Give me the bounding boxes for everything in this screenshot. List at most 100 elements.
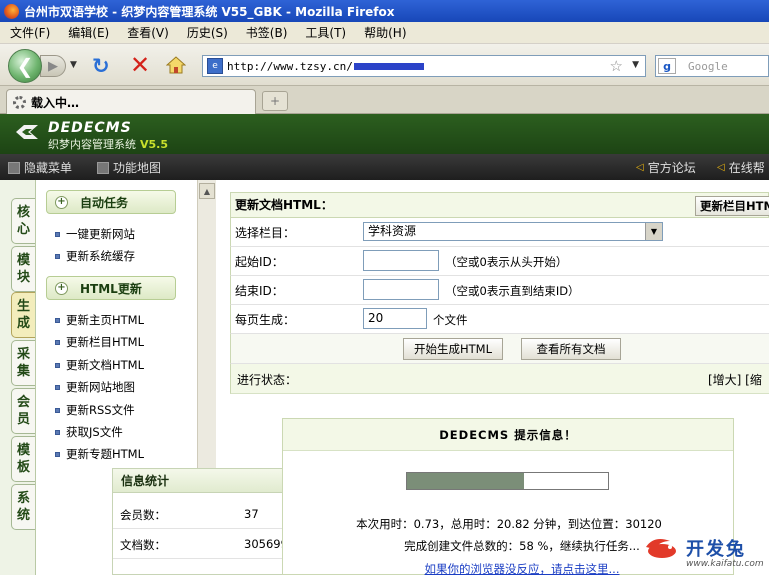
megaphone-icon: ◁	[636, 162, 644, 173]
bullet-icon	[55, 317, 60, 323]
sidebar-tab-module[interactable]: 模块	[11, 246, 35, 292]
url-dropdown-icon[interactable]: ▼	[632, 60, 639, 70]
window-title: 台州市双语学校 - 织梦内容管理系统 V55_GBK - Mozilla Fir…	[24, 4, 395, 19]
menu-history[interactable]: 历史(S)	[187, 24, 228, 41]
category-label: 选择栏目：	[235, 226, 296, 240]
menu-view[interactable]: 查看(V)	[127, 24, 169, 41]
progress-status-label: 进行状态：	[237, 373, 298, 387]
tab-loading[interactable]: 载入中…	[6, 89, 256, 114]
menu-item-update-doc[interactable]: 更新文档HTML	[55, 357, 144, 373]
function-map-label: 功能地图	[113, 161, 162, 175]
forward-button[interactable]: ▶	[40, 55, 66, 77]
function-map-link[interactable]: 功能地图	[97, 159, 161, 176]
end-id-hint: （空或0表示直到结束ID）	[445, 284, 580, 298]
row-per-page: 每页生成： 20 个文件	[230, 305, 769, 334]
menu-group-title: 自动任务	[80, 195, 129, 210]
back-arrow-icon: ❮	[16, 54, 34, 78]
address-bar[interactable]: e http://www.tzsy.cn/ ☆ ▼	[202, 55, 646, 77]
firefox-icon	[4, 3, 19, 19]
scroll-up-icon[interactable]: ▲	[199, 183, 215, 199]
update-column-html-button[interactable]: 更新栏目HTML	[695, 196, 769, 216]
end-id-input[interactable]	[363, 279, 439, 300]
history-dropdown-icon[interactable]: ▼	[70, 60, 77, 70]
bookmark-star-icon[interactable]: ☆	[610, 57, 623, 75]
menu-group-title: HTML更新	[80, 281, 142, 296]
watermark-url: www.kaifatu.com	[686, 559, 764, 569]
progress-bar-fill	[407, 473, 524, 489]
hide-menu-link[interactable]: 隐藏菜单	[8, 159, 72, 176]
expand-icon: +	[55, 281, 68, 295]
new-tab-button[interactable]: +	[262, 91, 288, 111]
per-page-input[interactable]: 20	[363, 308, 427, 329]
dede-version: V5.5	[140, 138, 168, 151]
start-id-input[interactable]	[363, 250, 439, 271]
per-page-label: 每页生成：	[235, 313, 296, 327]
loading-spinner-icon	[13, 95, 26, 109]
menu-item-update-sitemap[interactable]: 更新网站地图	[55, 379, 135, 395]
dede-header: DEDECMS 织梦内容管理系统 V5.5	[0, 114, 769, 154]
row-start-id: 起始ID： （空或0表示从头开始）	[230, 247, 769, 276]
menu-item-update-site[interactable]: 一键更新网站	[55, 226, 135, 242]
button-row: 开始生成HTML 查看所有文档	[230, 334, 769, 364]
help-label: 在线帮	[728, 161, 765, 175]
menu-item-label: 更新网站地图	[66, 380, 135, 394]
menu-item-update-rss[interactable]: 更新RSS文件	[55, 402, 135, 418]
menu-item-update-home[interactable]: 更新主页HTML	[55, 312, 144, 328]
sidebar-tab-core[interactable]: 核心	[11, 198, 35, 244]
tab-label: 载入中…	[31, 95, 80, 110]
bullet-icon	[55, 384, 60, 390]
start-generate-button[interactable]: 开始生成HTML	[403, 338, 503, 360]
menu-group-html-update[interactable]: + HTML更新	[46, 276, 176, 300]
stats-key: 文档数：	[120, 538, 166, 552]
sidebar-tab-generate[interactable]: 生成	[11, 292, 35, 338]
sidebar-tab-collect[interactable]: 采集	[11, 340, 35, 386]
sidebar-tab-system[interactable]: 系统	[11, 484, 35, 530]
menu-item-get-js[interactable]: 获取JS文件	[55, 424, 123, 440]
menu-edit[interactable]: 编辑(E)	[68, 24, 109, 41]
progress-status-row: 进行状态： [增大] [缩	[230, 364, 769, 394]
menu-file[interactable]: 文件(F)	[10, 24, 50, 41]
view-all-docs-button[interactable]: 查看所有文档	[521, 338, 621, 360]
menu-item-update-column[interactable]: 更新栏目HTML	[55, 334, 144, 350]
menu-item-label: 一键更新网站	[66, 227, 135, 241]
menu-item-update-topic[interactable]: 更新专题HTML	[55, 446, 144, 462]
menu-item-label: 更新栏目HTML	[66, 335, 145, 349]
sidebar-tab-template[interactable]: 模板	[11, 436, 35, 482]
help-link[interactable]: ◁ 在线帮	[717, 159, 765, 176]
chevron-down-icon[interactable]: ▼	[645, 223, 662, 240]
per-page-unit: 个文件	[433, 313, 468, 327]
window-titlebar: 台州市双语学校 - 织梦内容管理系统 V55_GBK - Mozilla Fir…	[0, 0, 769, 22]
stop-icon[interactable]: ✕	[130, 53, 150, 77]
menu-bookmarks[interactable]: 书签(B)	[246, 24, 288, 41]
dede-logo-text: DEDECMS	[48, 120, 132, 136]
google-icon[interactable]: g	[658, 58, 676, 74]
dialog-time-info: 本次用时：0.73，总用时：20.82 分钟，到达位置：30120	[356, 517, 662, 531]
menu-group-auto-task[interactable]: + 自动任务	[46, 190, 176, 214]
search-box[interactable]: g Google	[655, 55, 769, 77]
site-favicon-icon: e	[207, 58, 223, 74]
menu-help[interactable]: 帮助(H)	[364, 24, 406, 41]
home-icon[interactable]	[166, 56, 186, 74]
end-id-label: 结束ID：	[235, 284, 284, 298]
menu-item-label: 获取JS文件	[66, 425, 123, 439]
category-select[interactable]: 学科资源 ▼	[363, 222, 663, 241]
menu-tools[interactable]: 工具(T)	[305, 24, 346, 41]
plus-icon: +	[269, 94, 281, 108]
form-title-text: 更新文档HTML：	[235, 198, 333, 212]
redaction-mark	[353, 62, 424, 70]
forward-arrow-icon: ▶	[48, 58, 58, 74]
form-title: 更新文档HTML： 更新栏目HTML	[230, 192, 769, 218]
forum-label: 官方论坛	[647, 161, 696, 175]
resize-controls[interactable]: [增大] [缩	[708, 371, 762, 388]
menu-item-label: 更新主页HTML	[66, 313, 145, 327]
back-button[interactable]: ❮	[8, 49, 42, 83]
menu-item-update-cache[interactable]: 更新系统缓存	[55, 248, 135, 264]
forum-link[interactable]: ◁ 官方论坛	[636, 159, 696, 176]
stats-key: 会员数：	[120, 508, 166, 522]
reload-icon[interactable]: ↻	[92, 56, 110, 77]
menu-item-label: 更新RSS文件	[66, 403, 135, 417]
sidebar-tab-member[interactable]: 会员	[11, 388, 35, 434]
bullet-icon	[55, 339, 60, 345]
dede-subtitle: 织梦内容管理系统 V5.5	[48, 138, 168, 151]
dede-logo-icon	[16, 125, 38, 139]
